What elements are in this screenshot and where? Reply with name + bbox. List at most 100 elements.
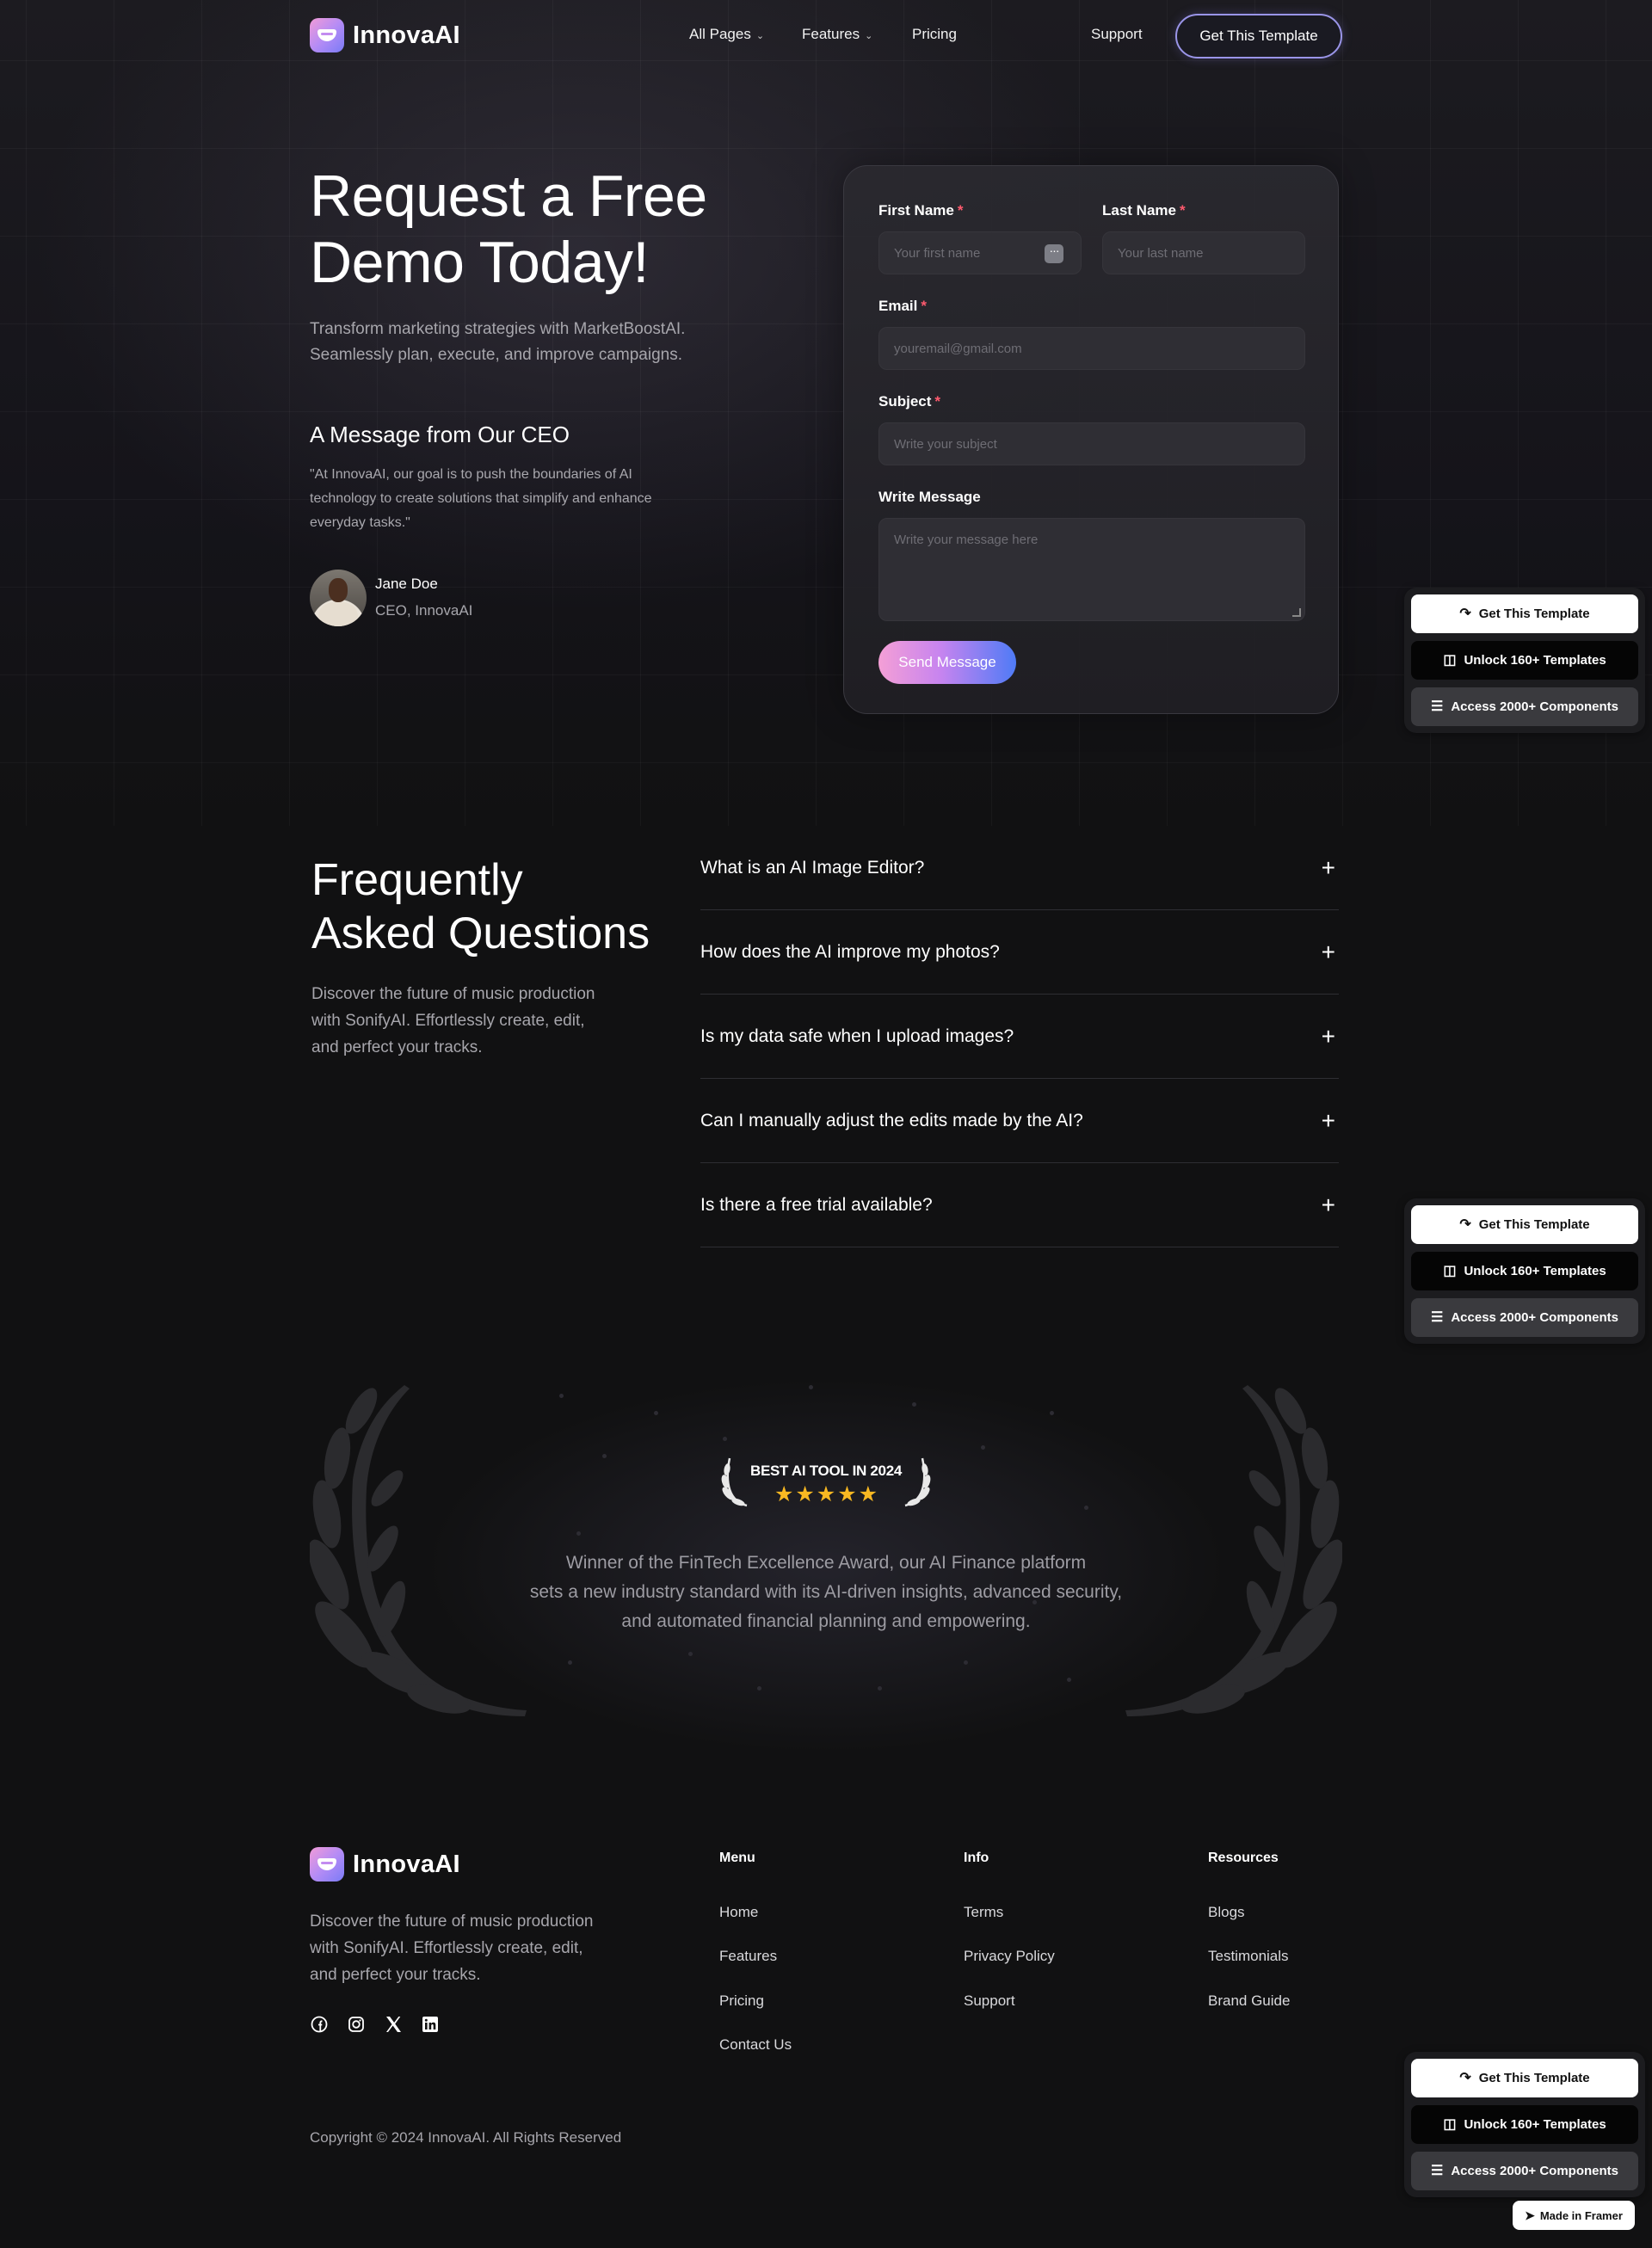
share-arrow-icon: ↷: [1459, 606, 1471, 621]
subject-placeholder: Write your subject: [894, 436, 997, 452]
layers-icon: ☰: [1430, 2163, 1444, 2178]
plus-icon[interactable]: +: [1322, 855, 1335, 879]
faq-item[interactable]: Is my data safe when I upload images? +: [700, 995, 1339, 1079]
promo-unlock-templates-button[interactable]: ◫ Unlock 160+ Templates: [1411, 641, 1638, 680]
ceo-quote-line-3: everyday tasks.": [310, 515, 410, 530]
footer-link-terms[interactable]: Terms: [964, 1904, 1003, 1921]
get-template-button[interactable]: Get This Template: [1175, 14, 1342, 59]
brand-name: InnovaAI: [353, 21, 460, 49]
footer-desc-line-2: with SonifyAI. Effortlessly create, edit…: [310, 1939, 583, 1957]
award-text-line-2: sets a new industry standard with its AI…: [529, 1582, 1123, 1602]
footer-link-pricing[interactable]: Pricing: [719, 1992, 764, 2010]
footer-link-contact[interactable]: Contact Us: [719, 2036, 792, 2054]
promo-get-template-button[interactable]: ↷ Get This Template: [1411, 2059, 1638, 2097]
promo-unlock-templates-button[interactable]: ◫ Unlock 160+ Templates: [1411, 1252, 1638, 1290]
footer-link-privacy[interactable]: Privacy Policy: [964, 1948, 1055, 1965]
footer-link-brand-guide[interactable]: Brand Guide: [1208, 1992, 1290, 2010]
footer-link-blogs[interactable]: Blogs: [1208, 1904, 1245, 1921]
faq-title: Frequently Asked Questions: [311, 853, 650, 960]
promo-get-template-button[interactable]: ↷ Get This Template: [1411, 1205, 1638, 1244]
x-icon[interactable]: [384, 2015, 403, 2034]
faq-item[interactable]: Can I manually adjust the edits made by …: [700, 1079, 1339, 1163]
footer-link-support[interactable]: Support: [964, 1992, 1015, 2010]
email-input[interactable]: youremail@gmail.com: [878, 327, 1305, 370]
footer-link-home[interactable]: Home: [719, 1904, 758, 1921]
award-text-line-1: Winner of the FinTech Excellence Award, …: [565, 1553, 1087, 1573]
footer-resources-heading: Resources: [1208, 1851, 1279, 1865]
framer-badge-label: Made in Framer: [1539, 2208, 1623, 2222]
logo-icon: [310, 18, 344, 52]
send-message-button[interactable]: Send Message: [878, 641, 1016, 684]
award-text-line-3: and automated financial planning and emp…: [621, 1611, 1031, 1631]
plus-icon[interactable]: +: [1322, 1108, 1335, 1132]
last-name-input[interactable]: Your last name: [1102, 231, 1305, 274]
nav-features[interactable]: Features ⌄: [802, 26, 872, 43]
plus-icon[interactable]: +: [1322, 1192, 1335, 1216]
promo-unlock-label: Unlock 160+ Templates: [1464, 653, 1606, 668]
resize-handle-icon[interactable]: [1292, 608, 1301, 617]
hero-title: Request a Free Demo Today!: [310, 163, 707, 296]
promo-unlock-templates-button[interactable]: ◫ Unlock 160+ Templates: [1411, 2105, 1638, 2144]
faq-question: Is there a free trial available?: [700, 1194, 933, 1215]
footer-desc-line-1: Discover the future of music production: [310, 1912, 594, 1931]
chevron-down-icon: ⌄: [865, 30, 873, 41]
footer-info-heading: Info: [964, 1851, 989, 1865]
footer-link-features[interactable]: Features: [719, 1948, 777, 1965]
footer-menu-heading: Menu: [719, 1851, 755, 1865]
template-grid-icon: ◫: [1443, 652, 1457, 668]
faq-item[interactable]: What is an AI Image Editor? +: [700, 826, 1339, 910]
promo-get-template-label: Get This Template: [1478, 2071, 1590, 2085]
subject-label: Subject *: [878, 393, 941, 410]
faq-subtitle: Discover the future of music production …: [311, 981, 595, 1061]
promo-get-template-button[interactable]: ↷ Get This Template: [1411, 594, 1638, 633]
nav-pricing[interactable]: Pricing: [912, 26, 957, 43]
promo-access-components-button[interactable]: ☰ Access 2000+ Components: [1411, 2152, 1638, 2190]
faq-title-line-1: Frequently: [311, 855, 523, 905]
promo-get-template-label: Get This Template: [1478, 607, 1590, 621]
nav-all-pages[interactable]: All Pages ⌄: [689, 26, 764, 43]
promo-panel-3: ↷ Get This Template ◫ Unlock 160+ Templa…: [1404, 2052, 1645, 2197]
star-icon: ★: [816, 1482, 836, 1506]
ceo-name: Jane Doe: [375, 576, 438, 592]
logo-icon: [310, 1847, 344, 1882]
promo-access-components-button[interactable]: ☰ Access 2000+ Components: [1411, 687, 1638, 726]
faq-item[interactable]: How does the AI improve my photos? +: [700, 910, 1339, 995]
nav-all-pages-label: All Pages: [689, 26, 751, 42]
share-arrow-icon: ↷: [1459, 1216, 1471, 1232]
last-name-label: Last Name *: [1102, 202, 1186, 219]
promo-unlock-label: Unlock 160+ Templates: [1464, 1264, 1606, 1278]
share-arrow-icon: ↷: [1459, 2070, 1471, 2085]
nav-support[interactable]: Support: [1091, 26, 1143, 43]
ceo-quote-line-1: "At InnovaAI, our goal is to push the bo…: [310, 467, 632, 482]
facebook-icon[interactable]: [310, 2015, 329, 2034]
first-name-input[interactable]: Your first name ···: [878, 231, 1082, 274]
nav-logo[interactable]: InnovaAI: [310, 18, 460, 52]
autofill-icon[interactable]: ···: [1045, 244, 1063, 263]
hero-title-line-2: Demo Today!: [310, 230, 649, 295]
footer-logo[interactable]: InnovaAI: [310, 1847, 460, 1882]
hero-subtitle-line-1: Transform marketing strategies with Mark…: [310, 320, 686, 338]
linkedin-icon[interactable]: [421, 2015, 440, 2034]
subject-input[interactable]: Write your subject: [878, 422, 1305, 465]
message-textarea[interactable]: Write your message here: [878, 518, 1305, 621]
footer-description: Discover the future of music production …: [310, 1908, 594, 1988]
award-badge-title: BEST AI TOOL IN 2024: [749, 1463, 903, 1479]
template-grid-icon: ◫: [1443, 2116, 1457, 2132]
hero-subtitle: Transform marketing strategies with Mark…: [310, 317, 685, 368]
instagram-icon[interactable]: [347, 2015, 366, 2034]
promo-access-label: Access 2000+ Components: [1451, 2164, 1618, 2178]
faq-subtitle-line-2: with SonifyAI. Effortlessly create, edit…: [311, 1012, 585, 1030]
ceo-role: CEO, InnovaAI: [375, 602, 473, 619]
plus-icon[interactable]: +: [1322, 939, 1335, 964]
ceo-avatar: [310, 570, 367, 626]
faq-item[interactable]: Is there a free trial available? +: [700, 1163, 1339, 1247]
plus-icon[interactable]: +: [1322, 1024, 1335, 1048]
made-in-framer-badge[interactable]: ➤ Made in Framer: [1513, 2201, 1635, 2230]
footer-desc-line-3: and perfect your tracks.: [310, 1966, 481, 1984]
faq-question: Is my data safe when I upload images?: [700, 1025, 1014, 1046]
award-description: Winner of the FinTech Excellence Award, …: [482, 1549, 1170, 1636]
first-name-placeholder: Your first name: [894, 245, 981, 261]
promo-get-template-label: Get This Template: [1478, 1217, 1590, 1232]
footer-link-testimonials[interactable]: Testimonials: [1208, 1948, 1289, 1965]
demo-form: First Name * Your first name ··· Last Nam…: [843, 165, 1339, 714]
